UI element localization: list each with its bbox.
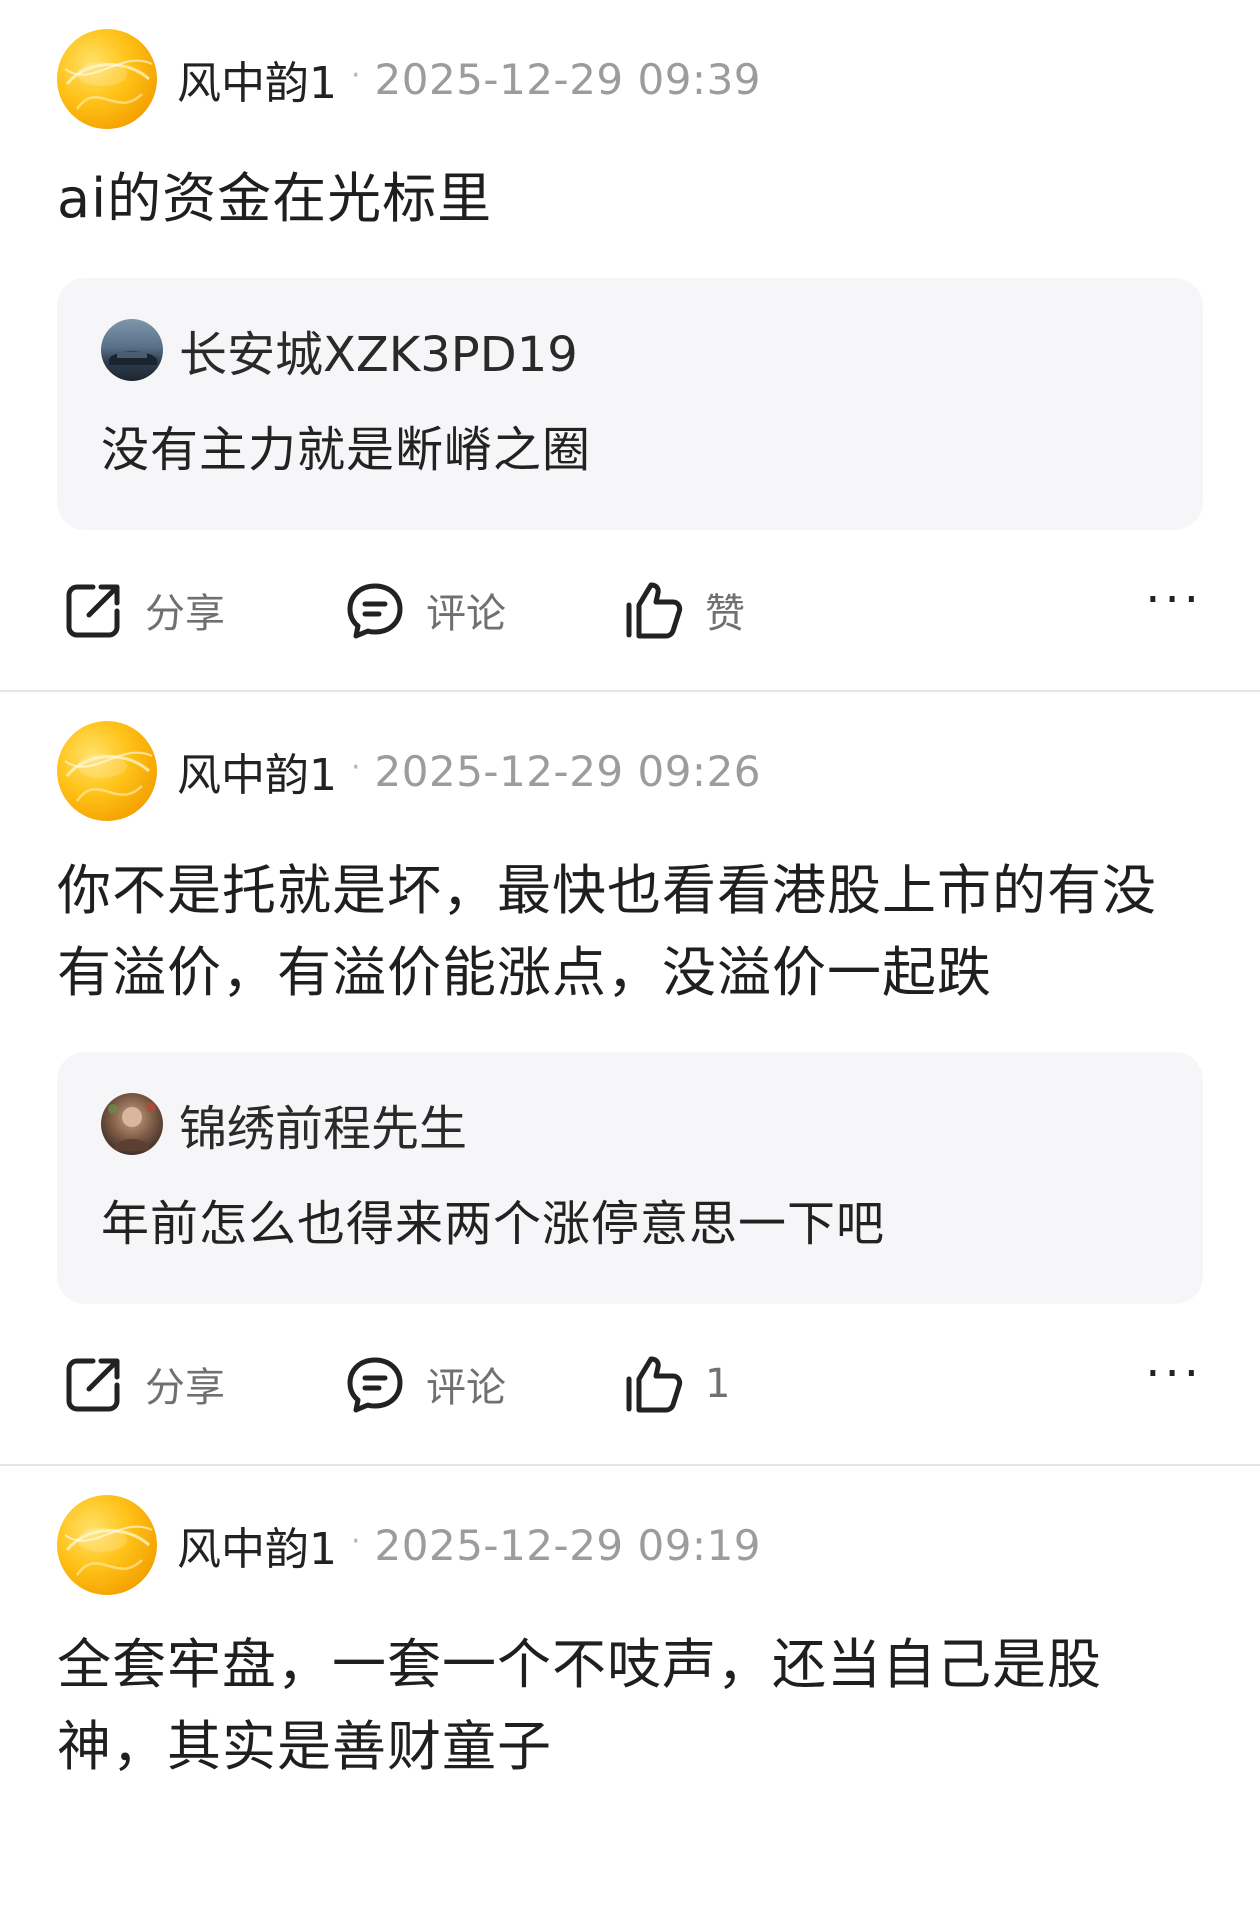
post-timestamp: 2025-12-29 09:19 <box>374 1520 762 1570</box>
comment-feed: 风中韵1 · 2025-12-29 09:39 ai的资金在光标里 长安城XZK… <box>0 0 1260 1788</box>
avatar[interactable] <box>57 721 157 821</box>
post-header: 风中韵1 · 2025-12-29 09:26 <box>57 692 1203 850</box>
quote-header: 长安城XZK3PD19 <box>101 315 1159 385</box>
post-body: 你不是托就是坏，最快也看看港股上市的有没有溢价，有溢价能涨点，没溢价一起跌 <box>57 859 1157 1004</box>
author-name[interactable]: 风中韵1 <box>177 47 337 111</box>
avatar[interactable] <box>101 319 163 381</box>
share-label: 分享 <box>145 591 225 637</box>
person-photo-icon <box>108 1102 156 1151</box>
car-photo-icon <box>109 351 157 365</box>
meta-separator: · <box>351 1523 361 1559</box>
quote-header: 锦绣前程先生 <box>101 1089 1159 1159</box>
meta-separator: · <box>351 57 361 93</box>
quoted-comment[interactable]: 长安城XZK3PD19 没有主力就是断嵴之圈 <box>57 278 1203 530</box>
post-header: 风中韵1 · 2025-12-29 09:19 <box>57 1466 1203 1624</box>
comment-icon <box>347 1357 403 1413</box>
share-icon <box>66 584 120 638</box>
like-button[interactable]: 赞 <box>623 579 745 641</box>
meta-separator: · <box>351 749 361 785</box>
post-header: 风中韵1 · 2025-12-29 09:39 <box>57 0 1203 158</box>
thumbs-up-icon <box>626 582 683 639</box>
avatar-swirl-icon <box>64 59 153 110</box>
comment-icon <box>347 583 403 639</box>
action-bar: 分享 评论 赞 ··· <box>57 530 1203 690</box>
more-dots-icon[interactable]: ··· <box>1145 1346 1203 1402</box>
share-icon <box>66 1358 120 1412</box>
author-name[interactable]: 风中韵1 <box>177 739 337 803</box>
quote-author-name[interactable]: 长安城XZK3PD19 <box>179 315 578 385</box>
comment-label: 评论 <box>426 1365 506 1411</box>
more-dots-icon[interactable]: ··· <box>1145 572 1203 628</box>
share-button[interactable]: 分享 <box>63 579 225 641</box>
action-bar: 分享 评论 1 ··· <box>57 1304 1203 1464</box>
like-label: 赞 <box>705 591 745 637</box>
comment-post: 风中韵1 · 2025-12-29 09:39 ai的资金在光标里 长安城XZK… <box>0 0 1260 690</box>
thumbs-up-icon <box>626 1356 683 1413</box>
author-name[interactable]: 风中韵1 <box>177 1513 337 1577</box>
avatar[interactable] <box>57 1495 157 1595</box>
avatar[interactable] <box>101 1093 163 1155</box>
share-button[interactable]: 分享 <box>63 1353 225 1415</box>
like-count: 1 <box>705 1361 731 1407</box>
post-body: ai的资金在光标里 <box>57 167 493 230</box>
comment-button[interactable]: 评论 <box>344 1353 506 1415</box>
quote-text: 没有主力就是断嵴之圈 <box>101 422 592 478</box>
quote-author-name[interactable]: 锦绣前程先生 <box>179 1089 467 1159</box>
post-timestamp: 2025-12-29 09:39 <box>374 54 762 104</box>
avatar[interactable] <box>57 29 157 129</box>
quote-text: 年前怎么也得来两个涨停意思一下吧 <box>101 1196 886 1252</box>
like-button[interactable]: 1 <box>623 1353 730 1415</box>
comment-button[interactable]: 评论 <box>344 579 506 641</box>
comment-label: 评论 <box>426 591 506 637</box>
avatar-swirl-icon <box>64 1525 153 1576</box>
comment-post: 风中韵1 · 2025-12-29 09:19 全套牢盘，一套一个不吱声，还当自… <box>0 1464 1260 1788</box>
post-body: 全套牢盘，一套一个不吱声，还当自己是股神，其实是善财童子 <box>57 1633 1102 1778</box>
avatar-swirl-icon <box>64 751 153 802</box>
share-label: 分享 <box>145 1365 225 1411</box>
quoted-comment[interactable]: 锦绣前程先生 年前怎么也得来两个涨停意思一下吧 <box>57 1052 1203 1304</box>
post-timestamp: 2025-12-29 09:26 <box>374 746 762 796</box>
comment-post: 风中韵1 · 2025-12-29 09:26 你不是托就是坏，最快也看看港股上… <box>0 690 1260 1464</box>
